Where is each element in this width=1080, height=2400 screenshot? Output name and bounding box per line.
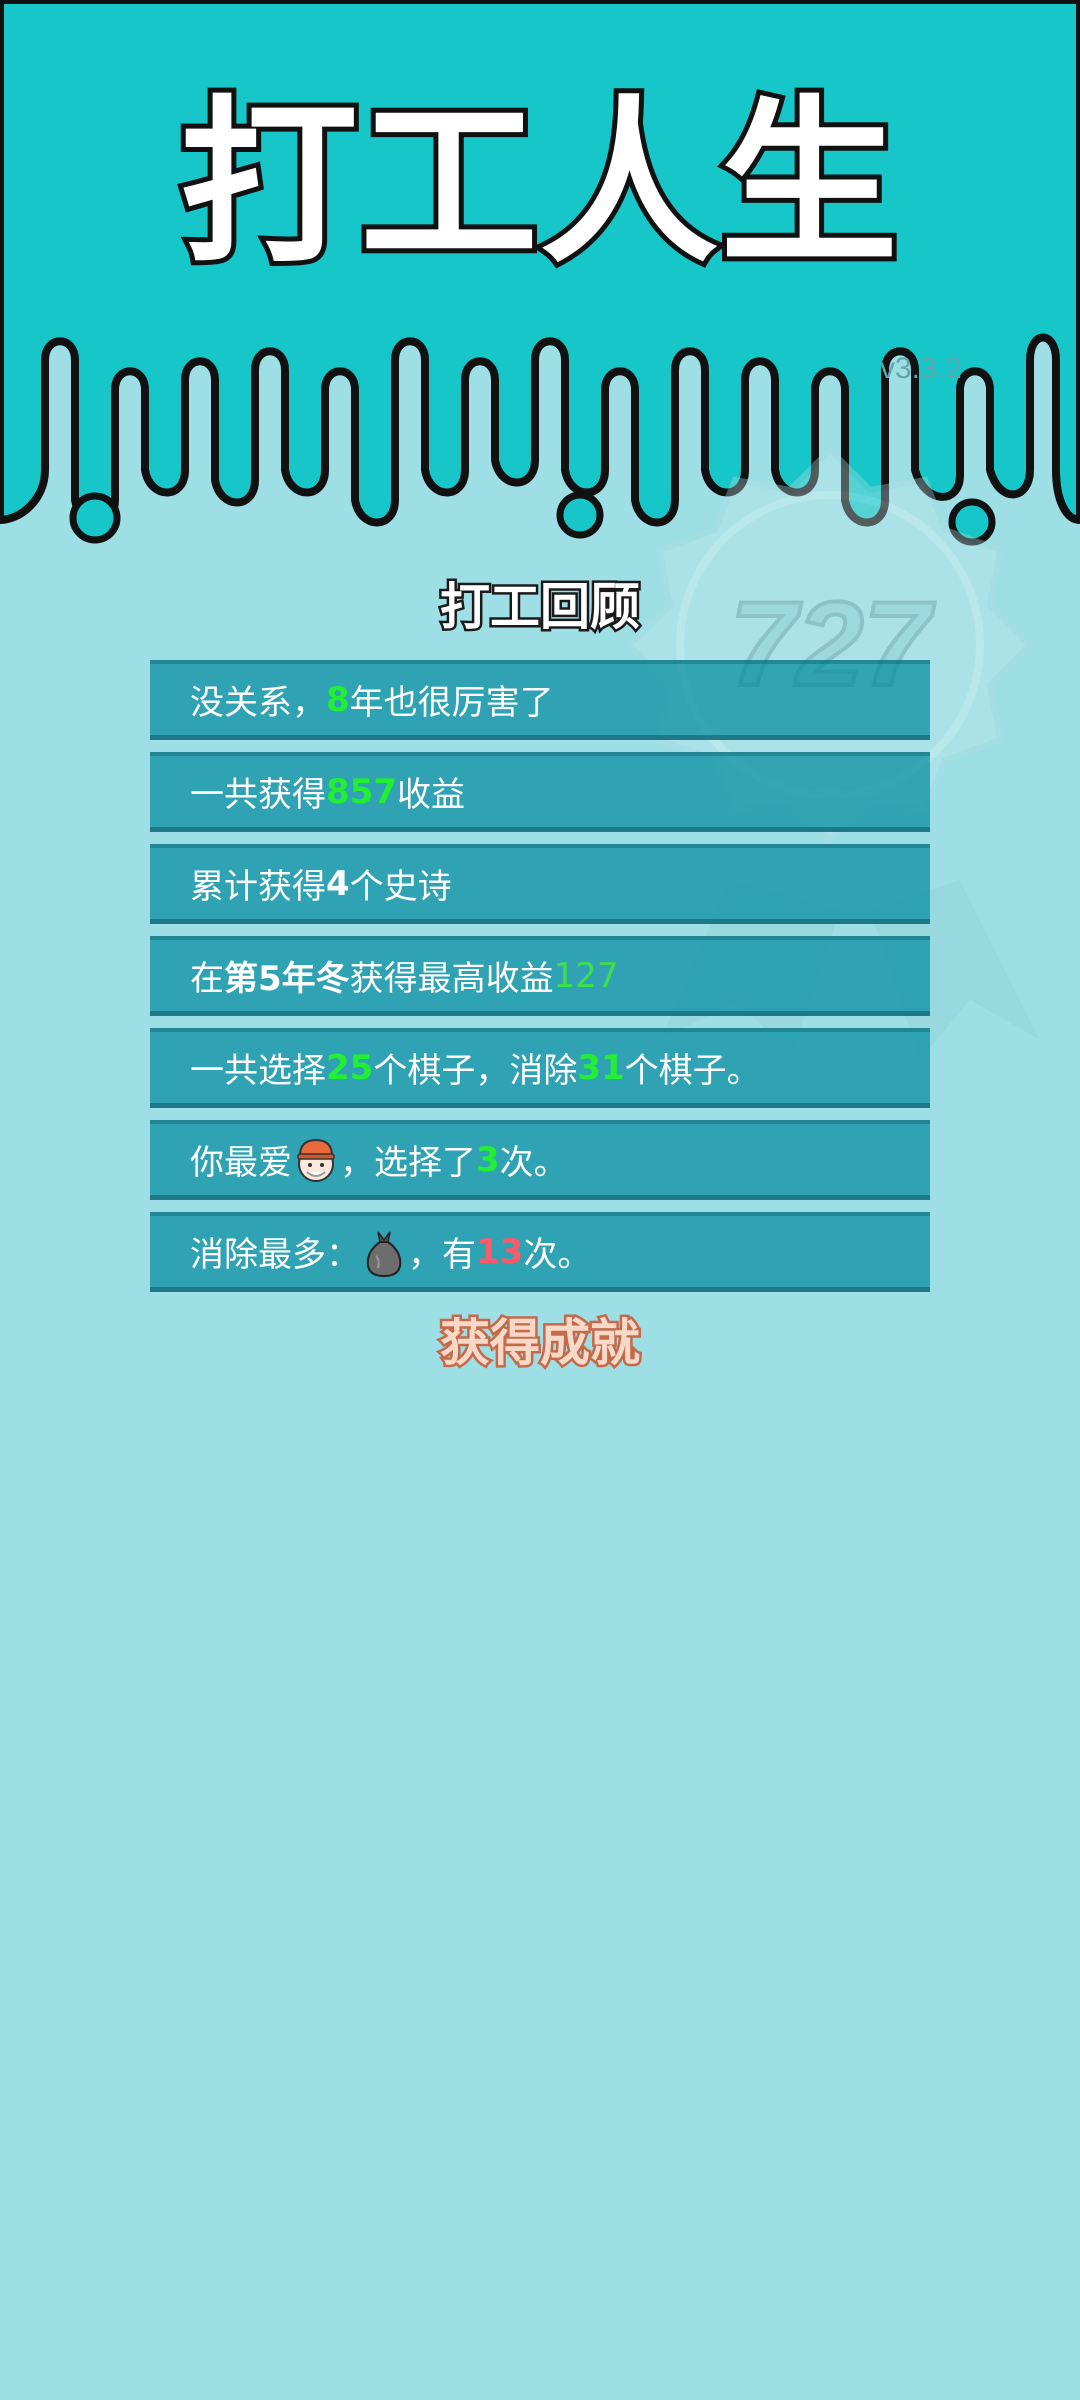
review-list: 没关系， 8 年也很厉害了 一共获得 857 收益 累计获得 4 个史诗 在 第5年冬 获得… xyxy=(150,660,930,1304)
row-text: 消除最多： xyxy=(190,1235,360,1275)
achievements-section-title: 获得成就 xyxy=(438,1314,643,1372)
row-value: 13 xyxy=(476,1231,524,1272)
review-row-income: 一共获得 857 收益 xyxy=(150,752,930,832)
row-value: 3 xyxy=(476,1139,500,1180)
review-row-pieces: 一共选择 25 个棋子，消除 31 个棋子。 xyxy=(150,1028,930,1108)
garbage-bag-icon xyxy=(362,1226,406,1278)
row-text: 次。 xyxy=(499,1143,568,1183)
row-value: 857 xyxy=(326,771,397,812)
row-text: ，选择了 xyxy=(340,1143,476,1183)
row-value: 4 xyxy=(326,863,350,904)
review-row-most-cleared: 消除最多： ，有 13 次。 xyxy=(150,1212,930,1292)
review-row-epic: 累计获得 4 个史诗 xyxy=(150,844,930,924)
row-season: 第5年冬 xyxy=(224,959,350,999)
row-text: 次。 xyxy=(523,1235,592,1275)
row-text: 你最爱 xyxy=(190,1143,292,1183)
row-text: 个史诗 xyxy=(349,867,452,907)
row-text: ，有 xyxy=(408,1235,476,1275)
row-text: 收益 xyxy=(396,775,465,815)
review-row-best-income: 在 第5年冬 获得最高收益 127 xyxy=(150,936,930,1016)
row-text: 没关系， xyxy=(190,683,326,723)
review-row-years: 没关系， 8 年也很厉害了 xyxy=(150,660,930,740)
row-text: 在 xyxy=(190,959,224,999)
row-text: 个棋子，消除 xyxy=(373,1051,578,1091)
version-label: v3.3.2 xyxy=(880,352,962,385)
worker-face-icon xyxy=(294,1134,338,1186)
row-value: 127 xyxy=(553,955,619,996)
row-text: 一共获得 xyxy=(190,775,326,815)
row-value: 31 xyxy=(577,1047,625,1088)
review-row-favorite: 你最爱 ，选择了 3 次。 xyxy=(150,1120,930,1200)
review-section-title: 打工回顾 xyxy=(438,578,643,636)
row-text: 个棋子。 xyxy=(624,1051,761,1091)
game-title: 打工人生 xyxy=(175,80,903,287)
row-text: 年也很厉害了 xyxy=(349,683,554,723)
row-text: 一共选择 xyxy=(190,1051,326,1091)
row-value: 8 xyxy=(326,679,350,720)
row-value: 25 xyxy=(326,1047,374,1088)
row-text: 累计获得 xyxy=(190,867,326,907)
row-text: 获得最高收益 xyxy=(349,959,554,999)
